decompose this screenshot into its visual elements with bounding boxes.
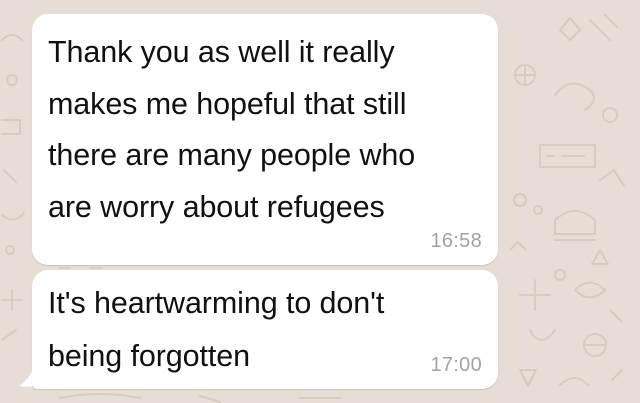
message-timestamp: 17:00 (430, 354, 482, 376)
message-text: Thank you as well it really makes me hop… (48, 35, 416, 224)
message-bubble[interactable]: It's heartwarming to don't being forgott… (32, 270, 498, 389)
message-timestamp: 16:58 (430, 230, 482, 252)
message-text: It's heartwarming to don't being forgott… (48, 286, 385, 373)
message-bubble[interactable]: Thank you as well it really makes me hop… (32, 14, 498, 265)
